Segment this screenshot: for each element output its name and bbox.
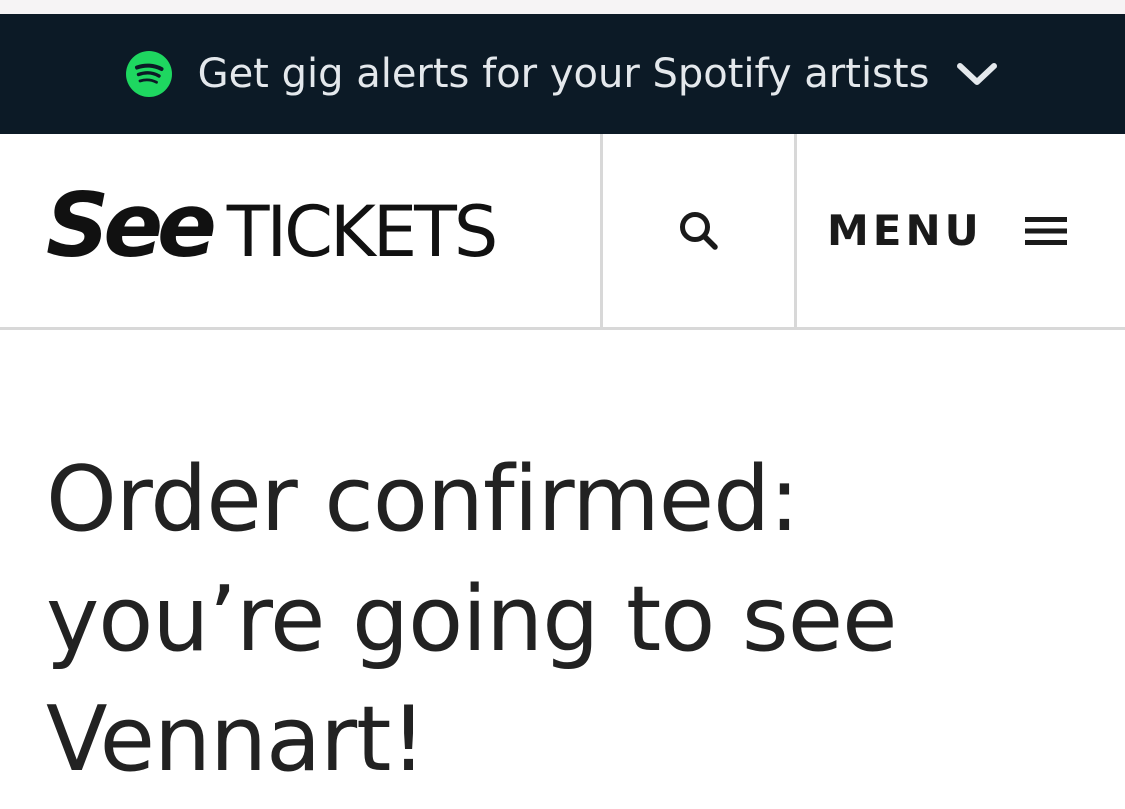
status-strip [0,0,1125,14]
headline-line: Vennart! [46,687,427,792]
headline-line: you’re going to see [46,567,898,672]
site-header: See TICKETS MENU [0,134,1125,330]
order-confirmed-heading: Order confirmed: you’re going to see Ven… [46,440,1086,800]
search-button[interactable] [603,134,794,327]
banner-text: Get gig alerts for your Spotify artists [197,51,930,97]
chevron-down-icon[interactable] [955,60,999,88]
spotify-alerts-banner[interactable]: Get gig alerts for your Spotify artists [0,14,1125,134]
headline-line: Order confirmed: [46,447,800,552]
menu-label: MENU [827,206,983,255]
logo-tickets-text: TICKETS [226,191,499,273]
hamburger-icon [1024,216,1067,245]
spotify-icon [125,51,172,97]
see-tickets-logo[interactable]: See TICKETS [46,174,499,277]
logo-see-text: See [46,174,217,277]
search-icon [679,211,718,250]
menu-button[interactable]: MENU [797,134,1125,327]
